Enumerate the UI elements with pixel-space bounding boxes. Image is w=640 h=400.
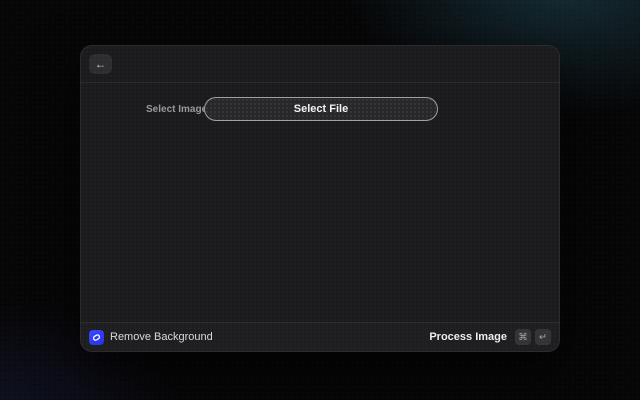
back-button[interactable]: ← bbox=[89, 54, 112, 74]
back-arrow-icon: ← bbox=[94, 57, 107, 71]
action-bar: Remove Background Process Image ⌘ ↵ bbox=[81, 322, 559, 351]
select-file-button[interactable]: Select File bbox=[204, 97, 438, 121]
extension-window: ← Select Image Select File Remove Backgr… bbox=[80, 45, 560, 352]
cmd-key-icon: ⌘ bbox=[515, 329, 531, 345]
enter-key-icon: ↵ bbox=[535, 329, 551, 345]
command-title: Remove Background bbox=[110, 331, 213, 343]
form-content: Select Image Select File bbox=[81, 83, 559, 121]
remove-background-icon bbox=[89, 329, 104, 345]
process-image-action[interactable]: Process Image ⌘ ↵ bbox=[427, 327, 553, 347]
process-image-label: Process Image bbox=[429, 331, 507, 343]
form-row-select-image: Select Image Select File bbox=[81, 97, 559, 121]
window-header: ← bbox=[81, 46, 559, 83]
select-image-label: Select Image bbox=[146, 103, 208, 115]
command-info: Remove Background bbox=[89, 329, 213, 345]
